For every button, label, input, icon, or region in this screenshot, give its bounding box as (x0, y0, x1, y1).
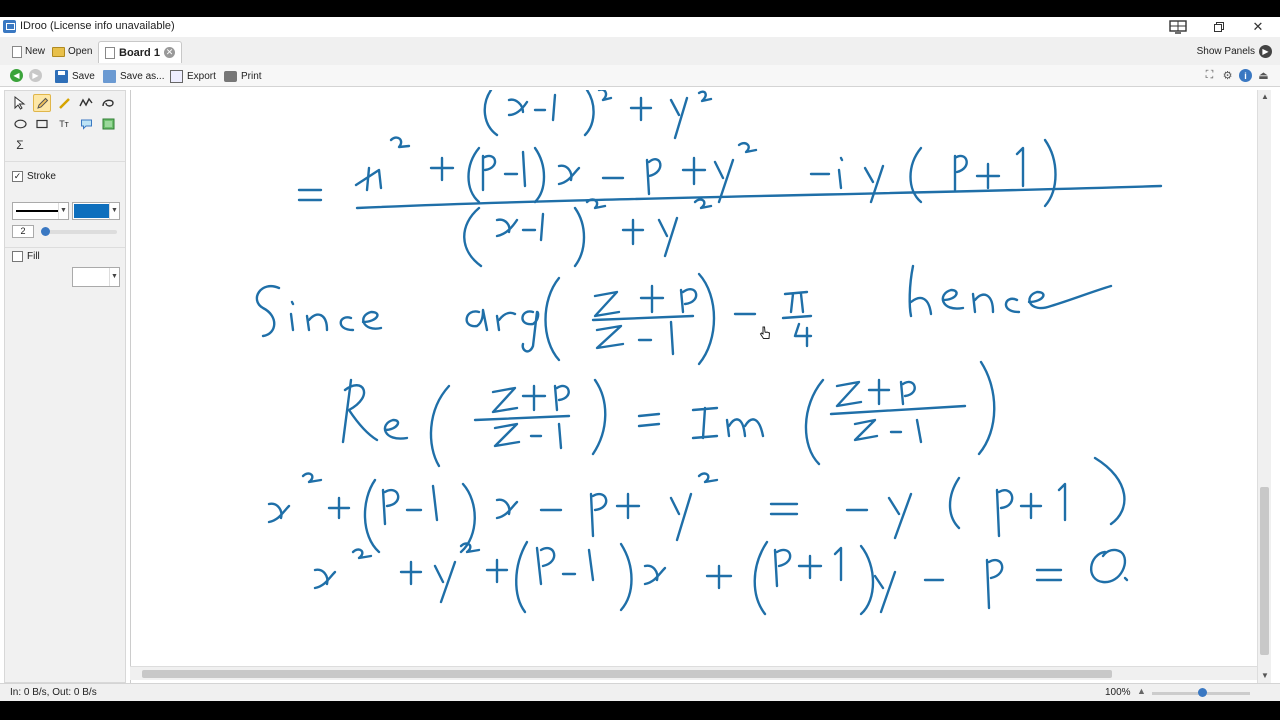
connector-tool-icon[interactable] (99, 94, 117, 112)
printer-icon (224, 70, 237, 82)
title-bar: IDroo (License info unavailable) ✕ (0, 17, 1280, 37)
export-label: Export (187, 70, 216, 82)
text-tool-icon[interactable]: Tт (55, 115, 73, 133)
fill-label: Fill (27, 251, 40, 262)
stroke-width-field[interactable]: 2 (12, 225, 34, 238)
board-document-icon (105, 46, 115, 59)
scroll-up-icon[interactable]: ▲ (1258, 90, 1272, 104)
horizontal-scrollbar[interactable] (130, 666, 1257, 680)
zoom-slider-handle[interactable] (1198, 688, 1207, 697)
save-button[interactable]: Save (55, 68, 95, 84)
restore-window-button[interactable] (1199, 17, 1239, 37)
save-as-label: Save as... (120, 70, 165, 82)
save-icon (55, 69, 68, 83)
forward-arrow-icon[interactable]: ▶ (29, 69, 42, 82)
highlighter-tool-icon[interactable] (55, 94, 73, 112)
fill-checkbox[interactable] (12, 251, 23, 262)
close-window-button[interactable]: ✕ (1238, 17, 1278, 37)
stroke-color-swatch (74, 204, 109, 218)
chevron-down-icon: ▼ (58, 203, 68, 219)
image-tool-icon[interactable] (99, 115, 117, 133)
handwritten-math-ink (255, 90, 1163, 616)
show-panels-button[interactable]: Show Panels ▶ (1197, 45, 1272, 58)
close-tab-icon[interactable]: ✕ (163, 47, 175, 58)
chevron-right-icon: ▶ (1259, 45, 1272, 58)
chevron-down-icon: ▼ (109, 203, 119, 219)
back-arrow-icon[interactable]: ◀ (10, 69, 23, 82)
panel-divider (5, 161, 125, 162)
zoom-level: 100% (1105, 687, 1131, 698)
polyline-tool-icon[interactable] (77, 94, 95, 112)
stroke-width-slider[interactable] (41, 230, 117, 234)
zoom-out-icon[interactable]: ▲ (1137, 686, 1146, 696)
stroke-width-slider-handle[interactable] (41, 227, 50, 236)
tab-bar: New Open Board 1 ✕ Show Panels ▶ (0, 37, 1280, 65)
stroke-label: Stroke (27, 171, 56, 182)
app-window: IDroo (License info unavailable) ✕ New O… (0, 17, 1280, 701)
board-tab-label: Board 1 (119, 46, 160, 59)
ellipse-tool-icon[interactable] (11, 115, 29, 133)
fullscreen-icon[interactable]: ⛶ (1203, 69, 1216, 82)
line-style-select[interactable]: ▼ (12, 202, 69, 220)
select-tool-icon[interactable] (11, 94, 29, 112)
status-bar: In: 0 B/s, Out: 0 B/s 100% ▲ (0, 683, 1280, 701)
window-title: IDroo (License info unavailable) (20, 20, 175, 32)
save-as-button[interactable]: Save as... (103, 68, 164, 84)
network-status: In: 0 B/s, Out: 0 B/s (10, 687, 97, 698)
scroll-down-icon[interactable]: ▼ (1258, 669, 1272, 683)
whiteboard-canvas[interactable] (130, 90, 1257, 683)
print-button[interactable]: Print (224, 68, 262, 84)
info-icon[interactable]: i (1239, 69, 1252, 82)
new-button[interactable]: New (12, 43, 45, 60)
vertical-scrollbar[interactable]: ▲ ▼ (1257, 90, 1271, 683)
print-label: Print (241, 70, 262, 82)
save-label: Save (72, 70, 95, 82)
new-document-icon (12, 45, 22, 58)
app-logo-icon (3, 20, 16, 33)
line-style-preview (16, 210, 58, 212)
open-button[interactable]: Open (52, 43, 92, 60)
show-panels-label: Show Panels (1196, 46, 1255, 57)
export-icon (170, 69, 183, 83)
pencil-tool-icon[interactable] (33, 94, 51, 112)
presentation-mode-icon[interactable] (1158, 17, 1198, 37)
gear-icon[interactable]: ⚙ (1221, 69, 1234, 82)
stroke-checkbox[interactable]: ✓ (12, 171, 23, 182)
exit-icon[interactable]: ⏏ (1257, 69, 1270, 82)
horizontal-scroll-thumb[interactable] (142, 670, 1112, 678)
open-label: Open (68, 46, 93, 57)
vertical-scroll-thumb[interactable] (1260, 487, 1269, 655)
save-as-icon (103, 69, 116, 83)
panel-divider (5, 247, 125, 248)
toolbar-right-icons: ⛶ ⚙ i ⏏ (1203, 69, 1270, 82)
main-toolbar: ◀ ▶ Save Save as... Export Print ⛶ ⚙ i ⏏ (0, 65, 1280, 87)
tools-panel: Tт Σ ✓ Stroke ▼ ▼ 2 Fill ▼ (4, 90, 126, 683)
folder-icon (52, 46, 65, 57)
export-button[interactable]: Export (170, 68, 216, 84)
fill-color-select[interactable]: ▼ (72, 267, 120, 287)
stroke-color-select[interactable]: ▼ (72, 202, 120, 220)
rectangle-tool-icon[interactable] (33, 115, 51, 133)
chevron-down-icon: ▼ (109, 268, 119, 286)
speech-bubble-tool-icon[interactable] (77, 115, 95, 133)
hand-cursor-icon (759, 326, 771, 343)
tab-board-1[interactable]: Board 1 ✕ (98, 41, 182, 63)
formula-tool-icon[interactable]: Σ (11, 136, 29, 154)
new-label: New (25, 46, 46, 57)
